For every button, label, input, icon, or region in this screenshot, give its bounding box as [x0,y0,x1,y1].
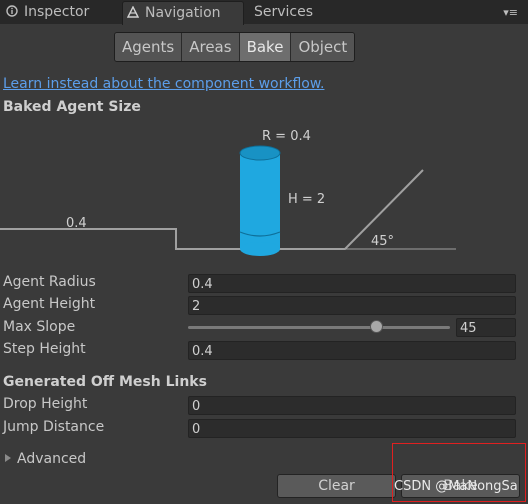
clear-button[interactable]: Clear [277,474,396,498]
max-slope-field[interactable]: 45 [456,318,516,337]
agent-size-visualization: R = 0.4 H = 2 0.4 45° [0,129,456,256]
agent-cylinder-top [239,145,281,161]
agent-radius-label: Agent Radius [3,274,96,290]
mode-segmented-control: Agents Areas Bake Object [114,32,356,62]
jump-distance-field[interactable]: 0 [188,419,516,438]
ground-step-line [0,169,424,250]
segment-object[interactable]: Object [291,33,355,61]
component-workflow-link[interactable]: Learn instead about the component workfl… [3,76,324,92]
step-height-label: Step Height [3,341,86,357]
tab-bar: Inspector Navigation Services ▾≡ [0,0,528,25]
segment-areas[interactable]: Areas [182,33,240,61]
drop-height-field[interactable]: 0 [188,396,516,415]
segment-bake[interactable]: Bake [239,33,292,61]
step-height-field[interactable]: 0.4 [188,341,516,360]
foldout-arrow-icon [5,454,11,462]
tab-inspector[interactable]: Inspector [2,1,118,24]
segment-agents[interactable]: Agents [115,33,183,61]
tab-navigation-label: Navigation [145,5,221,21]
agent-height-field[interactable]: 2 [188,296,516,315]
step-height-label: 0.4 [66,216,87,231]
tab-navigation[interactable]: Navigation [122,1,244,25]
max-slope-slider-knob[interactable] [370,320,384,333]
max-slope-slider-track[interactable] [188,326,450,329]
drop-height-label: Drop Height [3,396,88,412]
agent-height-label: Agent Height [3,296,96,312]
info-icon [6,5,18,17]
slope-angle-label: 45° [371,234,394,249]
tab-services-label: Services [254,4,314,20]
advanced-foldout[interactable]: Advanced [5,451,86,467]
agent-cylinder-bottom [240,242,280,256]
tab-inspector-label: Inspector [24,4,90,20]
offmesh-links-title: Generated Off Mesh Links [3,374,207,390]
max-slope-label: Max Slope [3,319,76,335]
tab-services[interactable]: Services [254,1,334,24]
navigation-icon [127,6,139,18]
radius-label: R = 0.4 [262,129,311,144]
baked-agent-size-title: Baked Agent Size [3,99,141,115]
agent-radius-field[interactable]: 0.4 [188,274,516,293]
height-label: H = 2 [288,192,325,207]
tab-menu-icon[interactable]: ▾≡ [503,6,518,19]
jump-distance-label: Jump Distance [3,419,105,435]
advanced-label: Advanced [17,451,87,467]
watermark: CSDN @MaNongSa [394,479,518,494]
